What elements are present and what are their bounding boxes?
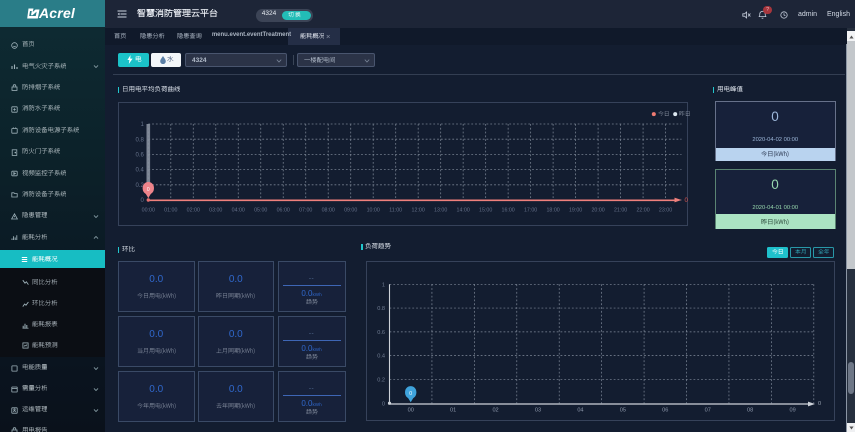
svg-text:08:00: 08:00: [321, 207, 334, 213]
svg-text:0: 0: [818, 401, 821, 407]
svg-text:03: 03: [534, 408, 540, 414]
svg-text:17:00: 17:00: [523, 207, 536, 213]
svg-text:00: 00: [407, 408, 413, 414]
svg-text:09: 09: [789, 408, 795, 414]
svg-text:0.6: 0.6: [377, 330, 385, 336]
svg-text:23:00: 23:00: [658, 207, 671, 213]
svg-text:10:00: 10:00: [366, 207, 379, 213]
svg-text:0: 0: [146, 186, 149, 192]
svg-text:22:00: 22:00: [636, 207, 649, 213]
svg-text:09:00: 09:00: [344, 207, 357, 213]
svg-text:02: 02: [492, 408, 498, 414]
svg-text:15:00: 15:00: [479, 207, 492, 213]
svg-text:0: 0: [381, 402, 384, 408]
svg-text:05:00: 05:00: [254, 207, 267, 213]
svg-text:02:00: 02:00: [186, 207, 199, 213]
svg-text:11:00: 11:00: [389, 207, 402, 213]
svg-text:0.6: 0.6: [135, 152, 144, 158]
svg-text:04:00: 04:00: [231, 207, 244, 213]
svg-text:07:00: 07:00: [299, 207, 312, 213]
svg-text:07: 07: [704, 408, 710, 414]
svg-text:01:00: 01:00: [164, 207, 177, 213]
svg-text:03:00: 03:00: [209, 207, 222, 213]
svg-text:0: 0: [140, 198, 144, 204]
svg-text:04: 04: [577, 408, 583, 414]
svg-text:1: 1: [381, 283, 384, 289]
svg-text:0.8: 0.8: [377, 306, 385, 312]
svg-text:05: 05: [619, 408, 625, 414]
svg-text:06: 06: [662, 408, 668, 414]
svg-text:12:00: 12:00: [411, 207, 424, 213]
svg-text:20:00: 20:00: [591, 207, 604, 213]
svg-text:18:00: 18:00: [546, 207, 559, 213]
svg-text:0: 0: [409, 391, 412, 397]
svg-text:00:00: 00:00: [141, 207, 154, 213]
svg-text:19:00: 19:00: [568, 207, 581, 213]
svg-text:01: 01: [450, 408, 456, 414]
svg-text:08: 08: [747, 408, 753, 414]
svg-text:0.2: 0.2: [377, 378, 385, 384]
svg-text:21:00: 21:00: [613, 207, 626, 213]
svg-text:0.4: 0.4: [135, 167, 144, 173]
svg-text:13:00: 13:00: [434, 207, 447, 213]
svg-text:06:00: 06:00: [276, 207, 289, 213]
svg-text:0: 0: [684, 198, 688, 204]
svg-text:1: 1: [140, 122, 144, 128]
svg-text:14:00: 14:00: [456, 207, 469, 213]
svg-text:16:00: 16:00: [501, 207, 514, 213]
svg-text:0.4: 0.4: [377, 354, 385, 360]
svg-text:0.8: 0.8: [135, 137, 144, 143]
